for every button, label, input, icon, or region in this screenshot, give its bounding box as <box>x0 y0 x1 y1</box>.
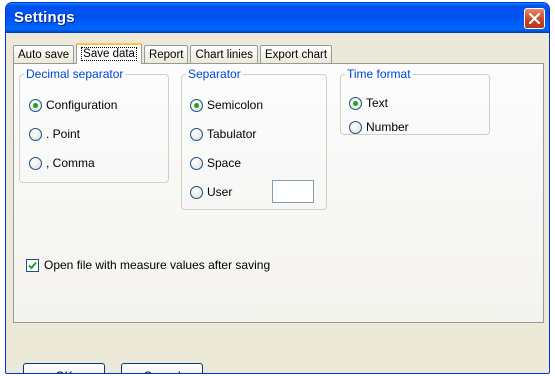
radio-button[interactable] <box>190 156 203 170</box>
tab-label: Export chart <box>265 49 328 61</box>
radio-number[interactable]: Number <box>349 120 409 134</box>
radio-label: Text <box>366 96 389 110</box>
radio-button[interactable] <box>349 120 362 134</box>
close-button[interactable] <box>524 8 545 29</box>
radio-configuration[interactable]: Configuration <box>29 98 117 112</box>
open-file-checkbox-row[interactable]: Open file with measure values after savi… <box>26 258 270 272</box>
title-bar[interactable]: Settings <box>6 3 549 33</box>
radio-button[interactable] <box>190 127 203 141</box>
radio-label: Configuration <box>46 98 118 112</box>
dialog-body: Auto save Save data Report Chart linies … <box>9 33 546 373</box>
open-file-checkbox[interactable] <box>26 258 39 272</box>
button-area: OK Cancel <box>9 329 546 373</box>
radio-label: Semicolon <box>207 98 264 112</box>
tab-export-chart[interactable]: Export chart <box>260 45 333 63</box>
radio-semicolon[interactable]: Semicolon <box>190 98 263 112</box>
radio-label: Number <box>366 120 409 134</box>
radio-label: Tabulator <box>207 127 257 141</box>
close-icon <box>529 13 540 24</box>
radio-button[interactable] <box>29 127 42 141</box>
settings-dialog: Settings Auto save Save data Report Char… <box>5 2 550 374</box>
radio-point[interactable]: . Point <box>29 127 80 141</box>
user-separator-input[interactable] <box>272 180 314 203</box>
cancel-button[interactable]: Cancel <box>121 363 203 373</box>
radio-button[interactable] <box>349 96 362 110</box>
radio-text[interactable]: Text <box>349 96 388 110</box>
radio-tabulator[interactable]: Tabulator <box>190 127 256 141</box>
save-data-panel: Decimal separator Configuration . Point … <box>13 63 544 323</box>
radio-button[interactable] <box>190 185 203 199</box>
radio-label: Space <box>207 156 242 170</box>
radio-button[interactable] <box>29 98 42 112</box>
tab-label: Report <box>148 49 184 61</box>
radio-label: User <box>207 185 233 199</box>
tab-label: Save data <box>81 47 137 61</box>
open-file-label: Open file with measure values after savi… <box>44 258 271 272</box>
radio-space[interactable]: Space <box>190 156 241 170</box>
tab-strip: Auto save Save data Report Chart linies … <box>13 43 334 64</box>
radio-label: , Comma <box>46 156 95 170</box>
tab-label: Chart linies <box>195 49 254 61</box>
time-format-legend: Time format <box>347 67 411 81</box>
tab-label: Auto save <box>18 49 70 61</box>
radio-user[interactable]: User <box>190 185 232 199</box>
separator-legend: Separator <box>188 67 241 81</box>
tab-report[interactable]: Report <box>143 45 189 63</box>
ok-button[interactable]: OK <box>23 363 105 373</box>
window-title: Settings <box>14 9 75 26</box>
decimal-separator-legend: Decimal separator <box>26 67 124 81</box>
radio-button[interactable] <box>190 98 203 112</box>
tab-save-data[interactable]: Save data <box>76 43 142 64</box>
tab-auto-save[interactable]: Auto save <box>13 45 75 63</box>
radio-comma[interactable]: , Comma <box>29 156 95 170</box>
tab-chart-linies[interactable]: Chart linies <box>190 45 259 63</box>
radio-label: . Point <box>46 127 81 141</box>
checkmark-icon <box>28 261 37 269</box>
radio-button[interactable] <box>29 156 42 170</box>
